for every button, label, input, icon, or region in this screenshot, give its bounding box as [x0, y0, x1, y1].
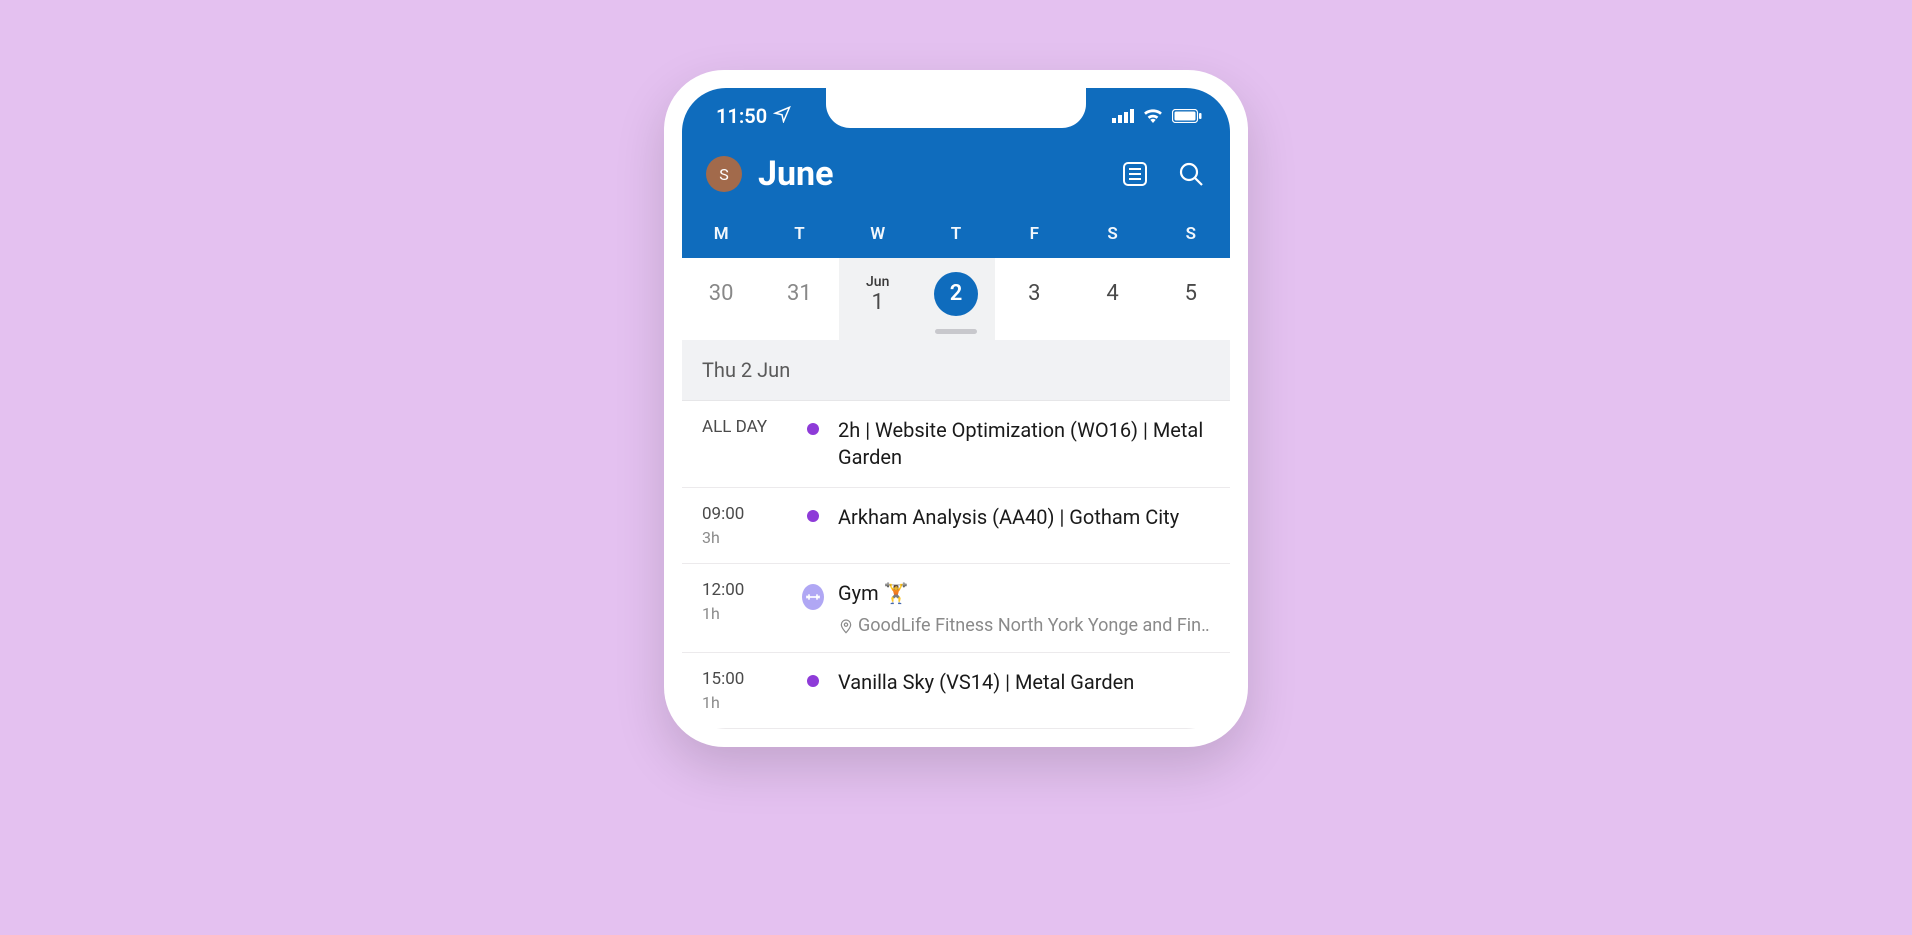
weekday-label: F	[995, 224, 1073, 244]
date-number: 2	[934, 272, 978, 316]
event-duration: 3h	[702, 528, 788, 547]
fitness-icon	[802, 584, 824, 610]
title-bar: S June	[682, 132, 1230, 206]
date-number: 5	[1185, 283, 1197, 305]
date-number: 30	[709, 283, 734, 305]
event-body: Vanilla Sky (VS14) | Metal Garden	[838, 669, 1210, 712]
date-cell[interactable]: 5	[1152, 258, 1230, 340]
event-start-time: 15:00	[702, 669, 788, 689]
weekday-label: T	[760, 224, 838, 244]
agenda-section-header: Thu 2 Jun	[682, 340, 1230, 401]
event-title: 2h | Website Optimization (WO16) | Metal…	[838, 417, 1210, 471]
date-number: 31	[787, 283, 812, 305]
drag-handle[interactable]	[935, 329, 977, 334]
date-month-label: Jun	[866, 274, 889, 290]
category-dot-icon	[807, 675, 819, 687]
location-pin-icon	[838, 618, 854, 634]
date-number: 4	[1106, 283, 1118, 305]
agenda-list: ALL DAY 2h | Website Optimization (WO16) …	[682, 401, 1230, 729]
event-duration: 1h	[702, 693, 788, 712]
event-start-time: 12:00	[702, 580, 788, 600]
event-start-time: 09:00	[702, 504, 788, 524]
battery-icon	[1172, 104, 1202, 128]
wifi-icon	[1142, 104, 1164, 128]
event-indicator	[802, 504, 824, 547]
phone-frame: 11:50 S	[664, 70, 1248, 747]
date-strip[interactable]: 30 31 Jun 1 2 3 4 5	[682, 258, 1230, 340]
date-cell[interactable]: 2	[917, 258, 995, 340]
event-title: Vanilla Sky (VS14) | Metal Garden	[838, 669, 1210, 696]
event-title: Gym 🏋️	[838, 580, 1210, 607]
event-duration: 1h	[702, 604, 788, 623]
status-time: 11:50	[716, 104, 767, 128]
weekday-label: T	[917, 224, 995, 244]
weekday-label: S	[1073, 224, 1151, 244]
screen: 11:50 S	[682, 88, 1230, 729]
event-body: Gym 🏋️ GoodLife Fitness North York Yonge …	[838, 580, 1210, 636]
date-number: 3	[1028, 283, 1040, 305]
location-icon	[773, 104, 791, 128]
event-row[interactable]: 15:00 1h Vanilla Sky (VS14) | Metal Garden	[682, 653, 1230, 729]
date-number: 1	[872, 292, 884, 314]
event-time: ALL DAY	[702, 417, 788, 471]
event-body: 2h | Website Optimization (WO16) | Metal…	[838, 417, 1210, 471]
weekday-label: W	[839, 224, 917, 244]
search-button[interactable]	[1176, 159, 1206, 189]
date-cell[interactable]: 3	[995, 258, 1073, 340]
date-cell[interactable]: 31	[760, 258, 838, 340]
cellular-icon	[1112, 104, 1134, 128]
event-time: 15:00 1h	[702, 669, 788, 712]
date-cell[interactable]: Jun 1	[839, 258, 917, 340]
agenda-view-button[interactable]	[1120, 159, 1150, 189]
event-indicator	[802, 580, 824, 636]
event-indicator	[802, 417, 824, 471]
notch	[826, 88, 1086, 128]
event-location: GoodLife Fitness North York Yonge and Fi…	[838, 615, 1210, 636]
weekday-label: S	[1152, 224, 1230, 244]
category-dot-icon	[807, 423, 819, 435]
date-cell[interactable]: 30	[682, 258, 760, 340]
event-row[interactable]: ALL DAY 2h | Website Optimization (WO16) …	[682, 401, 1230, 488]
event-time: 09:00 3h	[702, 504, 788, 547]
date-cell[interactable]: 4	[1073, 258, 1151, 340]
event-body: Arkham Analysis (AA40) | Gotham City	[838, 504, 1210, 547]
event-row[interactable]: 12:00 1h Gym 🏋️ GoodLife Fitness North York…	[682, 564, 1230, 653]
event-time: 12:00 1h	[702, 580, 788, 636]
event-indicator	[802, 669, 824, 712]
category-dot-icon	[807, 510, 819, 522]
weekday-label: M	[682, 224, 760, 244]
month-title[interactable]: June	[758, 154, 1104, 194]
event-start-time: ALL DAY	[702, 417, 788, 437]
event-title: Arkham Analysis (AA40) | Gotham City	[838, 504, 1210, 531]
event-row[interactable]: 09:00 3h Arkham Analysis (AA40) | Gotham C…	[682, 488, 1230, 564]
avatar[interactable]: S	[706, 156, 742, 192]
weekday-header: MTWTFSS	[682, 206, 1230, 258]
